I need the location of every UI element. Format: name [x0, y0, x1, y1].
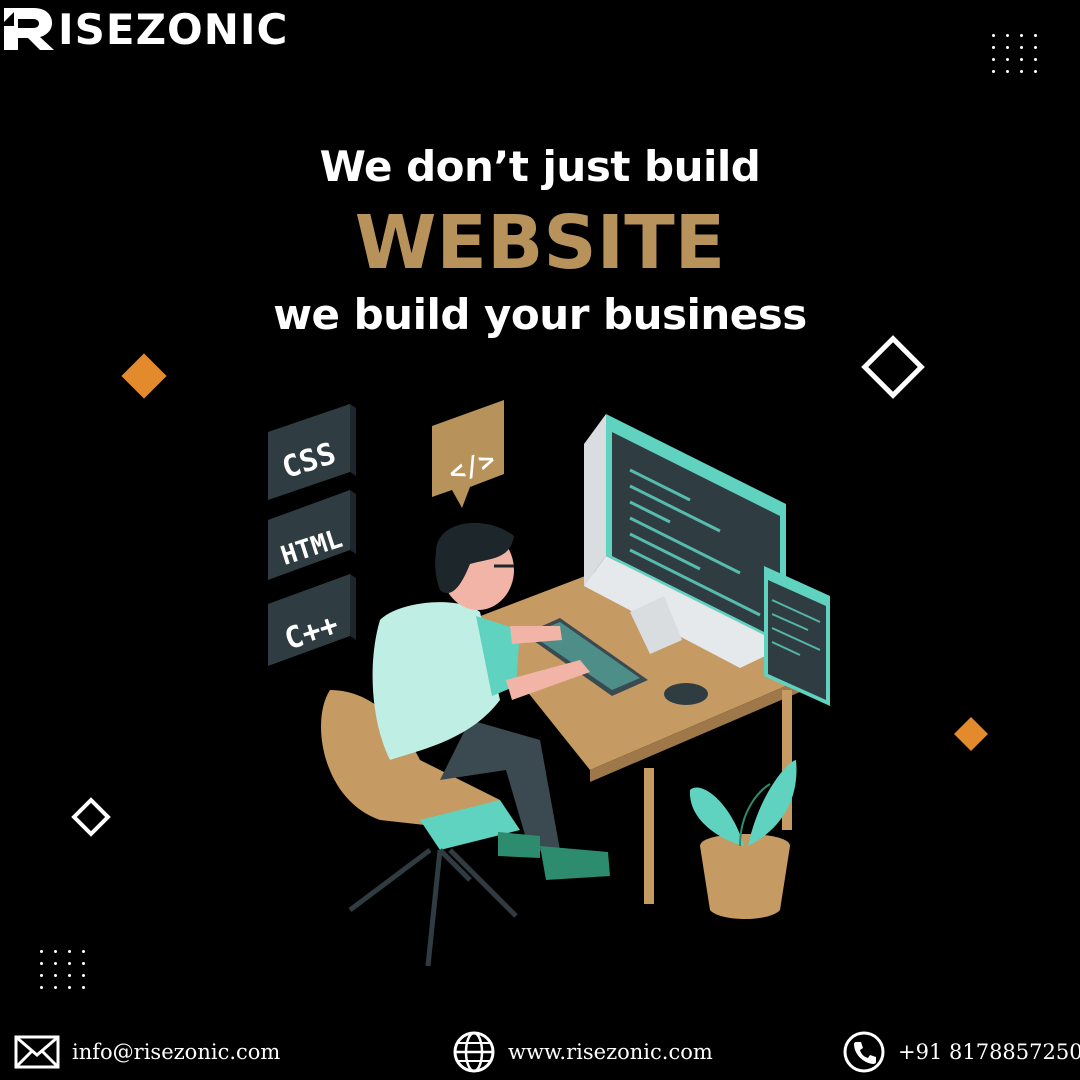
orange-diamond-decoration — [954, 717, 988, 751]
mail-icon — [14, 1035, 60, 1069]
brand-logo: ISEZONIC — [0, 0, 300, 54]
potted-plant — [689, 760, 797, 919]
brand-name: ISEZONIC — [58, 5, 289, 54]
decorative-dot-grid — [992, 34, 1039, 73]
white-diamond-outline-decoration — [861, 335, 925, 399]
footer-email[interactable]: info@risezonic.com — [14, 1030, 280, 1074]
email-text: info@risezonic.com — [72, 1040, 281, 1064]
headline-line-2: WEBSITE — [354, 200, 726, 286]
footer-website[interactable]: www.risezonic.com — [452, 1030, 713, 1074]
headline-line-1: We don’t just build — [319, 142, 761, 191]
css-tag: CSS — [268, 404, 356, 500]
decorative-dot-grid — [40, 950, 87, 989]
footer-phone[interactable]: +91 8178857250 — [842, 1030, 1080, 1074]
phone-icon — [843, 1031, 885, 1073]
white-diamond-outline-decoration — [71, 797, 111, 837]
developer-illustration: CSS HTML C++ </> — [268, 400, 830, 967]
phone-text: +91 8178857250 — [898, 1040, 1080, 1064]
cpp-tag: C++ — [268, 574, 356, 666]
mouse — [664, 683, 708, 705]
globe-icon — [453, 1031, 495, 1073]
website-text: www.risezonic.com — [508, 1040, 713, 1064]
logo-r-mark — [0, 8, 54, 50]
orange-diamond-decoration — [121, 353, 167, 399]
html-tag: HTML — [268, 490, 356, 580]
code-bubble: </> — [432, 400, 504, 508]
